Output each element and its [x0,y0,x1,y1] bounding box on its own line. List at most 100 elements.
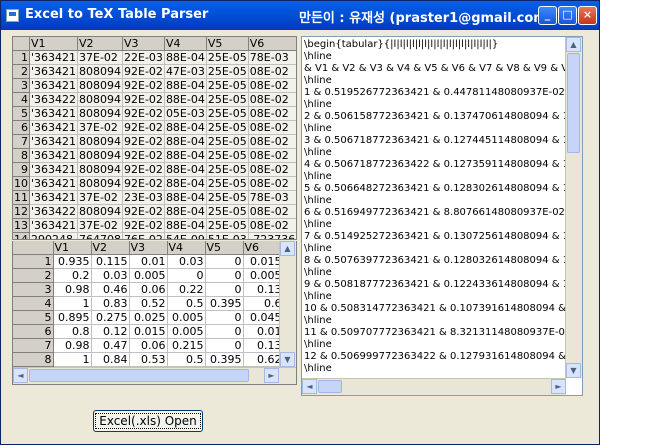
grid-cell[interactable]: 0 [167,268,206,283]
column-header[interactable] [13,241,54,255]
grid-cell[interactable]: 92E-02 [122,78,165,93]
grid-cell[interactable]: 08E-02 [248,176,296,191]
grid-cell[interactable]: 08E-02 [248,64,296,79]
grid-cell[interactable]: 0.5 [167,352,206,367]
row-header[interactable]: 6 [13,120,30,135]
grid-cell[interactable]: 0.83 [91,296,130,311]
excel-data-grid[interactable]: V1 V2 V3 V4 V5 V6 1'363421 37E-02 22E-03 88E-04 25… [12,36,297,240]
grid-cell[interactable]: 88E-04 [164,218,207,233]
grid-cell[interactable]: 0.5 [167,296,206,311]
grid-cell[interactable]: 808094 [77,148,124,163]
close-button[interactable]: × [578,6,597,25]
grid-cell[interactable]: 25E-05 [206,162,249,177]
grid-cell[interactable]: 0.13 [243,282,284,297]
grid-cell[interactable]: 0.005 [167,310,206,325]
grid-cell[interactable]: 08E-02 [248,204,296,219]
scroll-right-icon[interactable]: ► [264,368,279,383]
row-header[interactable]: 3 [13,282,54,297]
grid-cell[interactable]: '363422 [29,92,79,107]
grid-cell[interactable]: 0.005 [129,268,168,283]
column-header[interactable]: V1 [53,241,92,255]
row-header[interactable]: 4 [13,92,30,107]
grid-cell[interactable]: 808094 [77,204,124,219]
row-header[interactable]: 4 [13,296,54,311]
grid-cell[interactable]: 0.6 [243,296,284,311]
grid-cell[interactable]: 25E-05 [206,120,249,135]
grid-cell[interactable]: 92E-02 [122,134,165,149]
grid-cell[interactable]: 0.935 [53,254,92,269]
grid-cell[interactable]: 25E-05 [206,50,249,65]
row-header[interactable]: 7 [13,134,30,149]
grid-cell[interactable]: 25E-05 [206,176,249,191]
tex-vertical-scrollbar[interactable]: ▲ ▼ [565,37,582,378]
row-header[interactable]: 12 [13,204,30,219]
grid-cell[interactable]: 92E-02 [122,120,165,135]
grid-cell[interactable]: 08E-02 [248,162,296,177]
row-header[interactable]: 7 [13,338,54,353]
grid-cell[interactable]: 25E-05 [206,218,249,233]
tex-scroll-up-icon[interactable]: ▲ [566,37,581,52]
grid-cell[interactable]: 92E-02 [122,162,165,177]
column-header[interactable]: V4 [164,37,207,51]
grid-cell[interactable]: 08E-02 [248,148,296,163]
grid-cell[interactable]: 88E-04 [164,134,207,149]
grid-cell[interactable]: 47E-03 [164,64,207,79]
scroll-left-icon[interactable]: ◄ [13,368,28,383]
grid-cell[interactable]: 05E-03 [164,106,207,121]
grid-cell[interactable]: 0.895 [53,310,92,325]
grid-cell[interactable]: 08E-02 [248,78,296,93]
grid-cell[interactable]: 25E-05 [206,148,249,163]
grid-cell[interactable]: 808094 [77,64,124,79]
grid-cell[interactable]: 0.275 [91,310,130,325]
grid-cell[interactable]: 92E-02 [122,204,165,219]
column-header[interactable]: V4 [167,241,206,255]
grid-cell[interactable]: 22E-03 [122,50,165,65]
column-header[interactable]: V2 [77,37,124,51]
grid-cell[interactable]: 0.015 [243,254,284,269]
tex-horizontal-scrollbar[interactable]: ◄ ► [302,378,566,395]
grid-vertical-scrollbar[interactable]: ▲ ▼ [279,241,296,367]
grid-cell[interactable]: '363421 [29,50,79,65]
grid-cell[interactable]: '363422 [29,204,79,219]
row-header[interactable]: 13 [13,218,30,233]
scroll-up-icon[interactable]: ▲ [280,241,295,256]
grid-cell[interactable]: '363421 [29,120,79,135]
grid-cell[interactable]: 0.53 [129,352,168,367]
grid-cell[interactable]: 808094 [77,176,124,191]
grid-cell[interactable]: 0 [205,338,244,353]
row-header[interactable]: 8 [13,352,54,367]
column-header[interactable]: V1 [29,37,79,51]
grid-cell[interactable]: 08E-02 [248,120,296,135]
grid-cell[interactable]: 88E-04 [164,190,207,205]
grid-cell[interactable]: 08E-02 [248,106,296,121]
grid-cell[interactable]: 0.015 [129,324,168,339]
grid-cell[interactable]: 0.22 [167,282,206,297]
row-header[interactable]: 3 [13,78,30,93]
grid-cell[interactable]: '363421 [29,162,79,177]
scroll-down-icon[interactable]: ▼ [280,352,295,367]
grid-cell[interactable]: 88E-04 [164,50,207,65]
grid-cell[interactable]: '363421 [29,218,79,233]
row-header[interactable]: 1 [13,254,54,269]
grid-cell[interactable]: 0 [205,268,244,283]
grid-cell[interactable]: '363421 [29,176,79,191]
column-header[interactable]: V6 [243,241,284,255]
grid-cell[interactable]: 92E-02 [122,106,165,121]
grid-cell[interactable]: 0.005 [243,268,284,283]
grid-cell[interactable]: 0.62 [243,352,284,367]
grid-cell[interactable]: 88E-04 [164,92,207,107]
grid-cell[interactable]: 25E-05 [206,190,249,205]
tex-scroll-down-icon[interactable]: ▼ [566,363,581,378]
title-bar[interactable]: Excel to TeX Table Parser 만든이 : 유재성 (pra… [1,1,599,30]
grid-cell[interactable]: 808094 [77,78,124,93]
grid-cell[interactable]: 37E-02 [77,190,124,205]
grid-cell[interactable]: 0 [205,310,244,325]
tex-scroll-left-icon[interactable]: ◄ [302,379,317,394]
grid-cell[interactable]: 25E-05 [206,92,249,107]
grid-cell[interactable]: 25E-05 [206,106,249,121]
column-header[interactable]: V3 [129,241,168,255]
grid-cell[interactable]: 25E-05 [206,64,249,79]
grid-cell[interactable]: 0.13 [243,338,284,353]
grid-cell[interactable]: 92E-02 [122,64,165,79]
grid-cell[interactable]: 0.01 [129,254,168,269]
